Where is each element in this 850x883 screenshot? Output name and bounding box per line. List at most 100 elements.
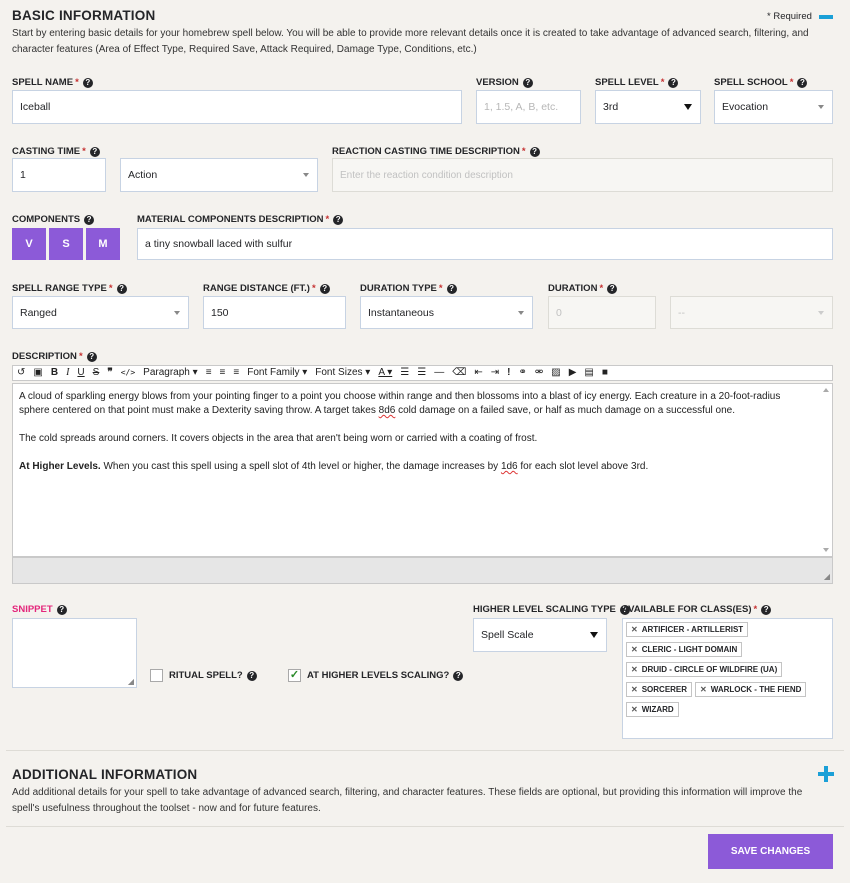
range-type-select[interactable]: Ranged xyxy=(12,296,189,329)
help-icon[interactable]: ? xyxy=(522,77,533,88)
eraser-icon[interactable]: ⌫ xyxy=(448,365,470,381)
help-icon[interactable]: ? xyxy=(86,351,97,362)
component-v-button[interactable]: V xyxy=(12,228,46,260)
class-tag[interactable]: ✕ ARTIFICER - ARTILLERIST xyxy=(626,622,749,637)
horizontal-rule-icon[interactable]: — xyxy=(430,365,448,381)
class-tag[interactable]: ✕ SORCERER xyxy=(626,682,693,697)
section-divider xyxy=(6,750,844,751)
reaction-desc-input[interactable]: Enter the reaction condition description xyxy=(332,158,833,192)
help-icon[interactable]: ? xyxy=(761,604,772,615)
chevron-down-icon xyxy=(818,310,824,315)
material-desc-input[interactable]: a tiny snowball laced with sulfur xyxy=(137,228,833,260)
spell-level-select[interactable]: 3rd xyxy=(595,90,701,124)
underline-icon[interactable]: U xyxy=(73,365,88,381)
snippet-textarea[interactable]: ◢ xyxy=(12,618,137,688)
undo-icon[interactable]: ↺ xyxy=(13,365,29,381)
font-sizes-select[interactable]: Font Sizes ▾ xyxy=(311,365,374,381)
classes-multiselect[interactable]: ✕ ARTIFICER - ARTILLERIST ✕ CLERIC - LIGHT… xyxy=(622,618,833,739)
chevron-down-icon xyxy=(818,105,824,109)
class-tag[interactable]: ✕ DRUID - CIRCLE OF WILDFIRE (UA) xyxy=(626,662,783,677)
range-distance-input[interactable]: 150 xyxy=(203,296,346,329)
class-tag[interactable]: ✕ WARLOCK - THE FIEND xyxy=(695,682,807,697)
text-color-icon[interactable]: A ▾ xyxy=(374,365,396,381)
component-m-button[interactable]: M xyxy=(86,228,120,260)
resize-handle-icon[interactable]: ◢ xyxy=(824,572,830,581)
help-icon[interactable]: ? xyxy=(529,146,540,157)
description-editor[interactable]: A cloud of sparkling energy blows from y… xyxy=(12,383,833,557)
description-paragraph: At Higher Levels. When you cast this spe… xyxy=(19,461,649,472)
help-icon[interactable]: ? xyxy=(607,283,618,294)
indent-icon[interactable]: ⇥ xyxy=(487,365,503,381)
paste-icon[interactable]: ▣ xyxy=(29,365,46,381)
class-tag[interactable]: ✕ CLERIC - LIGHT DOMAIN xyxy=(626,642,743,657)
help-icon[interactable]: ? xyxy=(797,77,808,88)
unlink-icon[interactable]: ⚮ xyxy=(531,365,547,381)
video-icon[interactable]: ▶ xyxy=(565,365,581,381)
higher-scaling-checkbox[interactable]: ✓ xyxy=(288,669,301,682)
duration-unit-select[interactable]: -- xyxy=(670,296,833,329)
class-tag[interactable]: ✕ WIZARD xyxy=(626,702,679,717)
font-family-select[interactable]: Font Family ▾ xyxy=(243,365,311,381)
spell-school-select[interactable]: Evocation xyxy=(714,90,833,124)
align-center-icon[interactable]: ≡ xyxy=(216,365,230,381)
outdent-icon[interactable]: ⇤ xyxy=(470,365,486,381)
collapse-icon[interactable] xyxy=(819,15,833,19)
help-icon[interactable]: ? xyxy=(56,604,67,615)
help-icon[interactable]: ? xyxy=(116,283,127,294)
casting-time-label: CASTING TIME *? xyxy=(12,146,100,157)
editor-statusbar: ◢ xyxy=(12,557,833,584)
spell-school-label: SPELL SCHOOL *? xyxy=(714,77,808,88)
remove-icon[interactable]: ✕ xyxy=(700,685,707,694)
higher-scaling-checkbox-row[interactable]: ✓ AT HIGHER LEVELS SCALING?? xyxy=(288,669,464,682)
version-input[interactable]: 1, 1.5, A, B, etc. xyxy=(476,90,581,124)
help-icon[interactable]: ? xyxy=(668,77,679,88)
additional-info-intro: Add additional details for your spell to… xyxy=(12,787,803,814)
casting-time-unit-select[interactable]: Action xyxy=(120,158,318,192)
link-icon[interactable]: ⚭ xyxy=(514,365,530,381)
ritual-checkbox-row[interactable]: RITUAL SPELL?? xyxy=(150,669,257,682)
help-icon[interactable]: ? xyxy=(453,670,464,681)
description-paragraph: A cloud of sparkling energy blows from y… xyxy=(19,391,781,416)
remove-icon[interactable]: ✕ xyxy=(631,625,638,634)
material-desc-label: MATERIAL COMPONENTS DESCRIPTION *? xyxy=(137,214,344,225)
remove-icon[interactable]: ✕ xyxy=(631,665,638,674)
component-s-button[interactable]: S xyxy=(49,228,83,260)
help-icon[interactable]: ? xyxy=(89,146,100,157)
italic-icon[interactable]: I xyxy=(62,365,73,381)
casting-time-input[interactable]: 1 xyxy=(12,158,106,192)
align-left-icon[interactable]: ≡ xyxy=(202,365,216,381)
scaling-type-select[interactable]: Spell Scale xyxy=(473,618,607,652)
remove-icon[interactable]: ✕ xyxy=(631,705,638,714)
image-icon[interactable]: ▨ xyxy=(547,365,564,381)
numbered-list-icon[interactable]: ☰ xyxy=(413,365,430,381)
additional-info-title: ADDITIONAL INFORMATION xyxy=(12,767,198,782)
source-icon[interactable]: ■ xyxy=(598,365,612,381)
align-right-icon[interactable]: ≡ xyxy=(229,365,243,381)
bold-icon[interactable]: B xyxy=(47,365,62,381)
remove-icon[interactable]: ✕ xyxy=(631,645,638,654)
expand-icon[interactable] xyxy=(818,766,834,782)
help-icon[interactable]: ? xyxy=(246,670,257,681)
duration-type-select[interactable]: Instantaneous xyxy=(360,296,533,329)
save-changes-button[interactable]: SAVE CHANGES xyxy=(708,834,833,869)
paragraph-select[interactable]: Paragraph ▾ xyxy=(139,365,202,381)
blockquote-icon[interactable]: ❞ xyxy=(103,365,116,381)
bullet-list-icon[interactable]: ☰ xyxy=(396,365,413,381)
classes-label: AVAILABLE FOR CLASS(ES) *? xyxy=(622,604,772,615)
help-icon[interactable]: ? xyxy=(82,77,93,88)
alert-icon[interactable]: ! xyxy=(503,365,514,381)
help-icon[interactable]: ? xyxy=(333,214,344,225)
description-label: DESCRIPTION *? xyxy=(12,351,97,362)
code-icon[interactable]: </> xyxy=(117,365,139,381)
help-icon[interactable]: ? xyxy=(84,214,95,225)
spell-name-input[interactable]: Iceball xyxy=(12,90,462,124)
help-icon[interactable]: ? xyxy=(446,283,457,294)
document-icon[interactable]: ▤ xyxy=(580,365,597,381)
strikethrough-icon[interactable]: S xyxy=(89,365,104,381)
help-icon[interactable]: ? xyxy=(319,283,330,294)
editor-scrollbar[interactable] xyxy=(820,384,832,556)
duration-input[interactable]: 0 xyxy=(548,296,656,329)
remove-icon[interactable]: ✕ xyxy=(631,685,638,694)
resize-handle-icon[interactable]: ◢ xyxy=(128,677,134,686)
ritual-checkbox[interactable] xyxy=(150,669,163,682)
